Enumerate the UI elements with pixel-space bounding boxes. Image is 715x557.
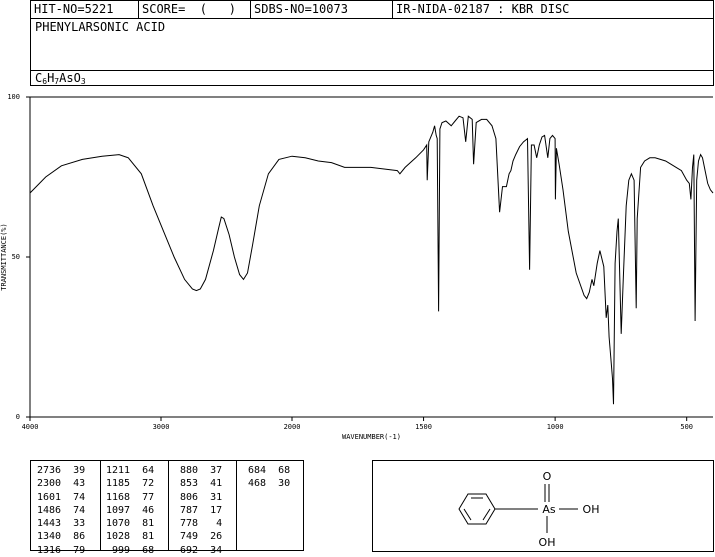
peak-row: 853 41 [174,478,223,490]
molecular-formula: C6H7AsO3 [31,70,713,86]
peak-row: 1316 79 [37,544,86,556]
peak-column: 684 68 468 30 [242,464,290,491]
peak-row: 684 68 [242,465,291,476]
peak-row: 1185 72 [106,478,155,490]
peak-row: 468 30 [242,478,291,490]
arsenic-label: As [542,503,556,516]
x-axis-label: WAVENUMBER(-1) [342,433,401,441]
peak-row: 806 31 [174,491,223,503]
oxygen-label: O [543,470,552,483]
header-box: HIT-NO=5221 SCORE= ( ) SDBS-NO=10073 IR-… [30,0,714,86]
benzene-ring [458,493,496,525]
peak-row: 2736 39 [37,465,86,476]
hydroxyl-label-bottom: OH [539,536,556,549]
peak-row: 2300 43 [37,478,86,490]
compound-name: PHENYLARSONIC ACID [35,20,166,34]
peak-column: 1211 64 1185 72 1168 77 1097 46 1070 81 1028 … [106,464,154,557]
sdbs-number: SDBS-NO=10073 [251,1,393,18]
peak-row: 749 26 [174,531,223,543]
score: SCORE= ( ) [139,1,251,18]
peak-row: 787 17 [174,504,223,516]
peak-row: 1070 81 [106,518,155,530]
hydroxyl-label-right: OH [583,503,600,516]
peak-row: 778 4 [174,518,223,530]
y-tick-label: 100 [7,93,20,101]
peak-row: 1211 64 [106,465,155,476]
structure-box: O As OH OH [372,460,714,552]
ir-code: IR-NIDA-02187 : KBR DISC [396,2,570,16]
x-tick-label: 3000 [153,423,170,431]
y-tick-label: 0 [16,413,20,421]
peak-row: 999 68 [106,544,155,556]
y-tick-label: 50 [12,253,20,261]
y-axis-label: TRANSMITTANCE(%) [0,223,8,290]
peak-row: 692 34 [174,544,223,556]
peak-row: 1486 74 [37,504,86,516]
hit-number: HIT-NO=5221 [31,1,139,18]
peak-column: 2736 39 2300 43 1601 74 1486 74 1443 33 1340 … [37,464,85,557]
peak-row: 1168 77 [106,491,155,503]
x-tick-label: 2000 [284,423,301,431]
chart-ticks: 4000 3000 2000 1500 1000 500 0 50 100 [7,93,693,431]
peak-row: 1097 46 [106,504,155,516]
x-tick-label: 1000 [547,423,564,431]
phenylarsonic-acid-structure: O As OH OH [458,470,600,549]
peak-row: 880 37 [174,465,223,476]
peak-row: 1340 86 [37,531,86,543]
spectrum-line [29,115,714,405]
peak-column: 880 37 853 41 806 31 787 17 778 4 749 26… [174,464,222,557]
x-tick-label: 500 [680,423,693,431]
header-row: HIT-NO=5221 SCORE= ( ) SDBS-NO=10073 IR-… [31,1,713,19]
chart-axes [29,96,713,418]
peak-table: 2736 39 2300 43 1601 74 1486 74 1443 33 1340 … [30,460,304,556]
peak-row: 1443 33 [37,518,86,530]
plot-frame [29,97,713,418]
peak-row: 1601 74 [37,491,86,503]
x-tick-label: 1500 [415,423,432,431]
peak-row: 1028 81 [106,531,155,543]
ir-spectrum-chart: 4000 3000 2000 1500 1000 500 0 50 100 WAVENUMBER… [0,93,714,441]
x-tick-label: 4000 [22,423,39,431]
